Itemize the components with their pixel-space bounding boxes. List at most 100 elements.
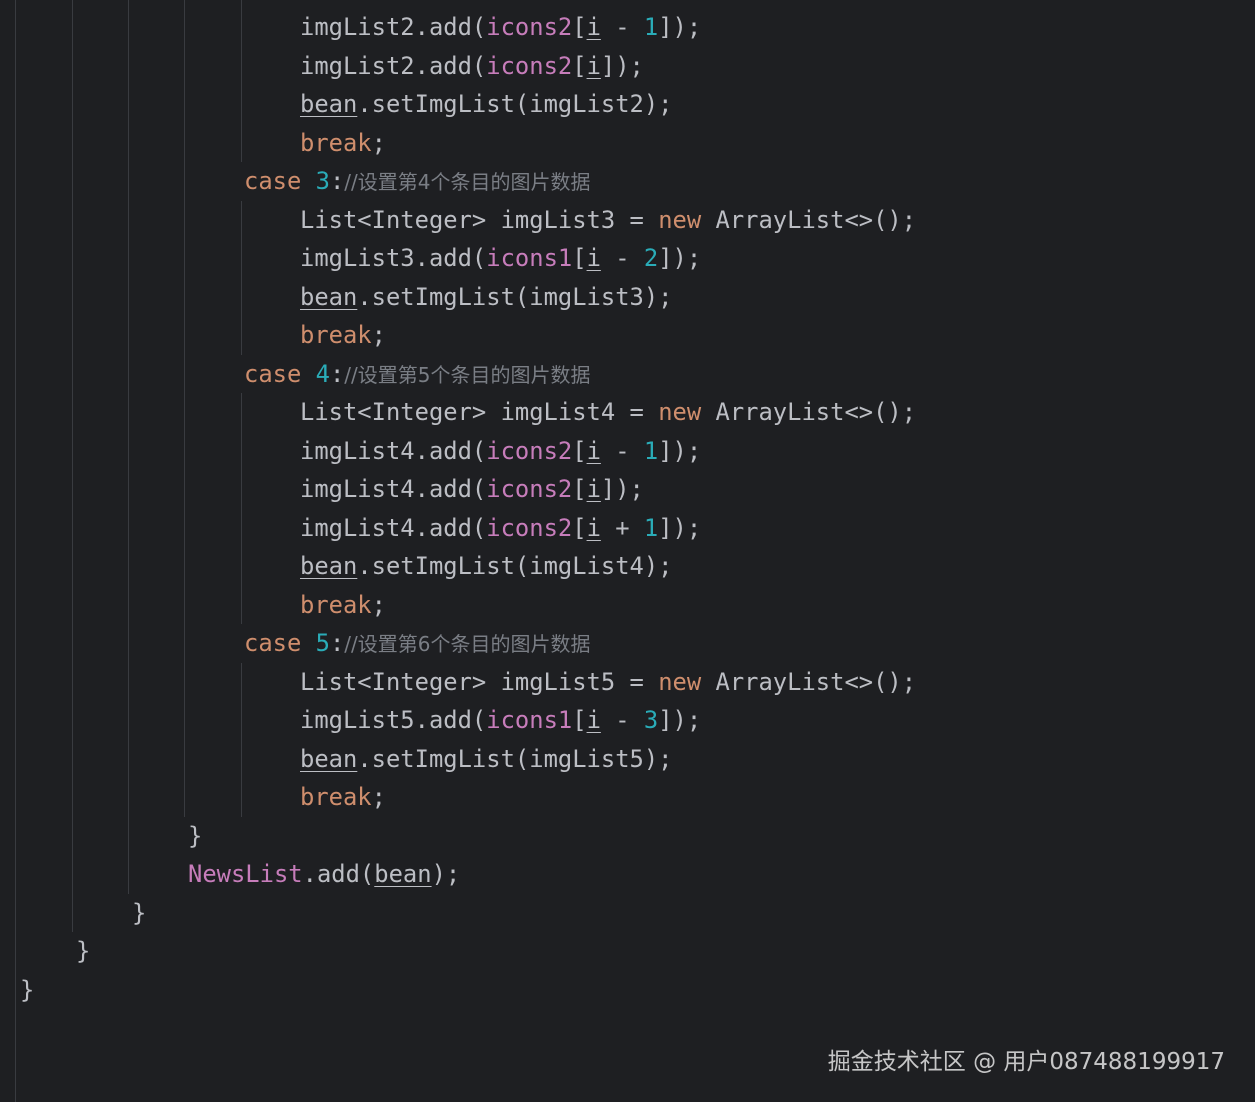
code-token: [ [572,51,587,80]
code-token: List<Integer> imgList5 = [300,667,659,696]
code-token: icons2 [486,475,573,503]
code-line[interactable]: bean.setImgList(imgList5); [300,740,673,778]
code-token: : [329,359,345,388]
indent-guide [15,0,16,1102]
code-token: ; [371,128,386,157]
code-token: icons2 [486,51,573,80]
code-token: } [76,937,91,965]
code-token: - [600,13,644,41]
code-token: icons2 [486,436,573,465]
code-token: [ [572,436,587,465]
code-token: imgList2.add( [300,13,487,41]
code-token: 3 [315,167,330,195]
code-line[interactable]: break; [300,316,386,354]
code-line[interactable]: bean.setImgList(imgList4); [300,547,673,585]
code-token: bean [300,744,358,773]
code-token: imgList4.add( [300,513,487,542]
indent-guide [128,0,129,894]
code-token: imgList4.add( [300,436,487,465]
code-token: i [586,13,601,41]
code-line[interactable]: } [188,817,202,855]
code-line[interactable]: } [132,894,146,932]
code-line[interactable]: } [20,971,34,1009]
code-line[interactable]: break; [300,124,386,162]
code-token: : [329,167,345,195]
code-token: break [300,128,372,157]
code-token: icons2 [486,513,573,542]
code-line[interactable]: bean.setImgList(imgList3); [300,278,673,316]
code-line[interactable]: imgList3.add(icons1[i - 2]); [300,239,701,277]
code-token: bean [300,90,358,118]
code-token: icons1 [486,706,573,734]
code-token: new [658,398,702,426]
code-line[interactable]: NewsList.add(bean); [188,855,460,893]
code-token: ; [371,321,386,349]
code-line[interactable]: } [76,932,90,970]
code-token: break [300,590,372,619]
code-line[interactable]: imgList5.add(icons1[i - 3]); [300,701,701,739]
indent-guide [241,0,242,162]
code-token: icons2 [486,13,573,41]
code-token: bean [374,860,432,888]
code-token: - [600,436,644,465]
code-line[interactable]: imgList4.add(icons2[i - 1]); [300,432,701,470]
code-token: i [586,706,601,734]
code-token: // [344,362,358,387]
code-token: - [600,244,644,272]
code-token: NewsList [188,860,303,888]
code-token: break [300,321,372,349]
code-token: ]); [658,513,702,542]
code-line[interactable]: case 3://设置第4个条目的图片数据 [244,162,591,200]
code-token: 1 [643,513,659,542]
code-token: ); [431,860,461,888]
code-token: .setImgList(imgList4); [357,552,673,580]
code-token: 4 [315,359,330,388]
code-token: .setImgList(imgList2); [357,90,673,118]
code-line[interactable]: imgList4.add(icons2[i + 1]); [300,509,701,547]
code-line[interactable]: break; [300,778,386,816]
code-token: } [188,821,203,850]
code-line[interactable]: break; [300,586,386,624]
watermark: 掘金技术社区 @ 用户087488199917 [827,1049,1225,1075]
code-token: ArrayList<>(); [701,205,917,234]
code-token: bean [300,282,358,311]
code-line[interactable]: List<Integer> imgList5 = new ArrayList<>… [300,663,916,701]
code-token: } [132,898,147,927]
code-token: [ [572,244,587,272]
code-line[interactable]: bean.setImgList(imgList2); [300,85,673,123]
code-token: case [244,629,302,657]
code-token: new [658,205,702,234]
code-line[interactable]: case 5://设置第6个条目的图片数据 [244,624,591,662]
code-token: [ [572,13,587,41]
code-token: i [586,436,601,465]
code-token: ]); [600,475,644,503]
code-token: 设置第4个条目的图片数据 [357,170,591,194]
code-line[interactable]: imgList4.add(icons2[i]); [300,470,644,508]
code-token: 3 [643,706,659,734]
indent-guide [241,393,242,624]
code-token: ArrayList<>(); [701,667,917,696]
code-token: .setImgList(imgList5); [357,744,673,773]
code-token: 2 [643,244,659,272]
code-token: 5 [315,629,330,657]
code-token: imgList4.add( [300,475,487,503]
code-token: bean [300,552,358,580]
code-token: List<Integer> imgList3 = [300,205,659,234]
code-token: ]); [658,706,702,734]
code-token: ; [371,783,386,811]
indent-guide [184,0,185,817]
code-token: [ [572,706,587,734]
code-line[interactable]: List<Integer> imgList4 = new ArrayList<>… [300,393,916,431]
code-line[interactable]: imgList2.add(icons2[i]); [300,47,644,85]
code-token: // [344,170,358,194]
code-token: imgList3.add( [300,244,487,272]
code-line[interactable]: case 4://设置第5个条目的图片数据 [244,355,591,393]
code-editor[interactable]: imgList2.add(icons2[i - 1]); imgList2.add… [0,0,1255,1102]
code-line[interactable]: List<Integer> imgList3 = new ArrayList<>… [300,201,916,239]
code-token: .add( [302,860,375,888]
code-token: [ [572,475,587,503]
code-line[interactable]: imgList2.add(icons2[i - 1]); [300,8,701,46]
code-token: ]); [658,244,702,272]
code-token: ]); [658,13,702,41]
